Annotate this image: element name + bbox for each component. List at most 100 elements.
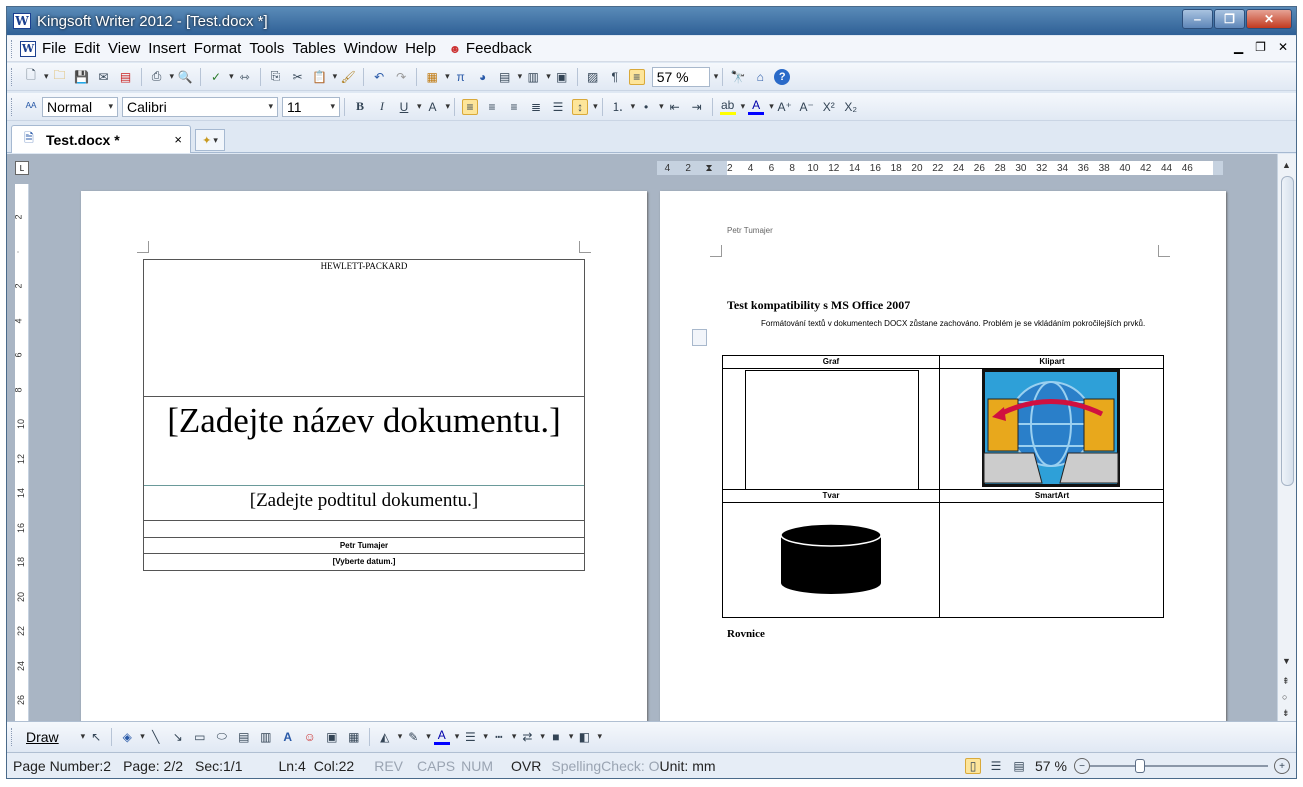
next-page-icon[interactable]: ⇟ [1282,708,1290,719]
doc-restore-icon[interactable]: ❐ [1255,40,1266,54]
styles-icon[interactable]: ᴬᴬ [23,99,39,115]
text-effect-dropdown-icon[interactable]: ▾ [446,101,451,112]
line-spacing-icon[interactable]: ↕ [572,98,589,115]
menu-insert[interactable]: Insert [148,40,186,57]
insert-table-dropdown-icon[interactable]: ▾ [518,71,523,82]
font-color-dropdown-icon[interactable]: ▾ [769,101,774,112]
table-header-smartart[interactable]: SmartArt [940,490,1164,503]
picture-insert-icon[interactable]: ▣ [324,729,340,745]
line-style-icon[interactable]: ☰ [462,729,478,745]
zoom-dropdown-icon[interactable]: ▾ [714,71,719,82]
outline-view-icon[interactable]: ☰ [988,758,1004,774]
vertical-textbox-icon[interactable]: ▥ [258,729,274,745]
arrow-style-dropdown-icon[interactable]: ▾ [540,731,545,742]
minimize-button[interactable]: ‒ [1182,9,1213,29]
prev-page-icon[interactable]: ⇞ [1282,676,1290,687]
3d-dropdown-icon[interactable]: ▾ [597,731,602,742]
doc-close-icon[interactable]: ✕ [1278,40,1288,54]
document-title[interactable]: [Zadejte název dokumentu.] [144,397,584,486]
clipart-icon[interactable]: ☺ [302,729,318,745]
font-dropdown-icon[interactable]: ▾ [268,101,273,112]
font-color-icon[interactable]: A [748,98,765,115]
menu-file[interactable]: File [42,40,66,57]
document-subtitle[interactable]: [Zadejte podtitul dokumentu.] [144,486,584,521]
draw-font-color-icon[interactable]: A [433,728,450,745]
horizontal-ruler[interactable]: 4 2 ⧗ 2 4 6 8 10 12 14 16 18 20 22 24 26 28 30 32 34 36 38 40 4… [657,161,1223,175]
menu-help[interactable]: Help [405,40,436,57]
chart-insert-icon[interactable]: ▦ [346,729,362,745]
new-document-icon[interactable]: 🗋 [23,68,39,85]
bullets-dropdown-icon[interactable]: ▾ [659,101,664,112]
page-header[interactable]: Petr Tumajer [727,226,773,235]
web-view-icon[interactable]: ▤ [1011,758,1027,774]
table-dropdown-icon[interactable]: ▾ [445,71,450,82]
page-view-icon[interactable]: ▯ [965,758,981,774]
toolbar-grip[interactable] [11,67,14,86]
zoom-in-icon[interactable]: + [1274,758,1290,774]
table-insert-icon[interactable]: ▦ [424,69,440,85]
bold-icon[interactable]: B [352,99,368,115]
shadow-dropdown-icon[interactable]: ▾ [569,731,574,742]
text-effect-icon[interactable]: A [425,99,441,115]
author-name[interactable]: Petr Tumajer [144,538,584,554]
show-marks-icon[interactable]: ¶ [607,69,623,85]
numbering-dropdown-icon[interactable]: ▾ [631,101,636,112]
cylinder-shape[interactable] [780,523,882,595]
close-button[interactable]: ✕ [1246,9,1292,29]
fill-dropdown-icon[interactable]: ▾ [398,731,403,742]
dash-style-dropdown-icon[interactable]: ▾ [512,731,517,742]
copy-icon[interactable]: ⎘ [268,69,284,85]
arrow-icon[interactable]: ↘ [170,729,186,745]
draw-menu[interactable]: Draw [26,729,59,745]
status-rev[interactable]: REV [374,758,403,774]
clipart-image[interactable] [982,369,1120,487]
company-name[interactable]: HEWLETT-PACKARD [144,260,584,397]
line-style-dropdown-icon[interactable]: ▾ [483,731,488,742]
tab-stop-selector[interactable]: L [15,161,29,175]
line-color-icon[interactable]: ✎ [405,729,421,745]
align-center-icon[interactable]: ≡ [484,99,500,115]
draw-font-color-dropdown-icon[interactable]: ▾ [455,731,460,742]
shrink-font-icon[interactable]: A⁻ [799,99,815,115]
zoom-box[interactable]: 57 % [651,66,710,87]
text-boundaries-icon[interactable]: ≡ [628,68,645,85]
draw-toolbar-grip[interactable] [11,727,14,746]
fill-color-icon[interactable]: ◭ [377,729,393,745]
grow-font-icon[interactable]: A⁺ [777,99,793,115]
chart-placeholder[interactable] [745,370,919,490]
open-folder-icon[interactable]: 🗀 [52,68,68,85]
tab-close-icon[interactable]: × [174,132,182,147]
align-right-icon[interactable]: ≡ [506,99,522,115]
save-icon[interactable]: 💾 [74,69,90,85]
distributed-icon[interactable]: ☰ [550,99,566,115]
chart-icon[interactable]: ◕ [475,69,491,85]
justify-icon[interactable]: ≣ [528,99,544,115]
line-color-dropdown-icon[interactable]: ▾ [426,731,431,742]
align-left-icon[interactable]: ≡ [462,98,479,115]
ellipse-icon[interactable]: ⬭ [214,729,230,745]
app-icon[interactable]: W [13,13,31,29]
menu-format[interactable]: Format [194,40,242,57]
format-toolbar-grip[interactable] [11,97,14,116]
highlight-icon[interactable]: ab [719,98,736,115]
style-select[interactable]: Normal ▾ [42,96,118,117]
scroll-up-icon[interactable]: ▲ [1282,160,1291,170]
superscript-icon[interactable]: X² [821,99,837,115]
browse-object-icon[interactable]: ○ [1282,692,1287,702]
3d-icon[interactable]: ◧ [576,729,592,745]
status-spelling[interactable]: SpellingCheck: O [551,758,659,774]
dash-style-icon[interactable]: ┅ [491,729,507,745]
format-painter-icon[interactable]: 🖌 [340,69,356,85]
page-2[interactable]: Petr Tumajer Test kompatibility s MS Off… [660,191,1226,721]
new-dropdown-icon[interactable]: ▾ [44,71,49,82]
redo-icon[interactable]: ↷ [393,69,409,85]
cut-icon[interactable]: ✂ [290,69,306,85]
paste-dropdown-icon[interactable]: ▾ [333,71,338,82]
scroll-thumb[interactable] [1281,176,1294,486]
menu-feedback[interactable]: Feedback [466,40,532,57]
zoom-out-icon[interactable]: − [1074,758,1090,774]
new-tab-button[interactable]: ✦ ▾ [195,129,225,151]
date-field[interactable]: [Vyberte datum.] [144,554,584,570]
page-1[interactable]: HEWLETT-PACKARD [Zadejte název dokumentu… [81,191,647,721]
doc-menu-icon[interactable]: W [20,40,36,57]
